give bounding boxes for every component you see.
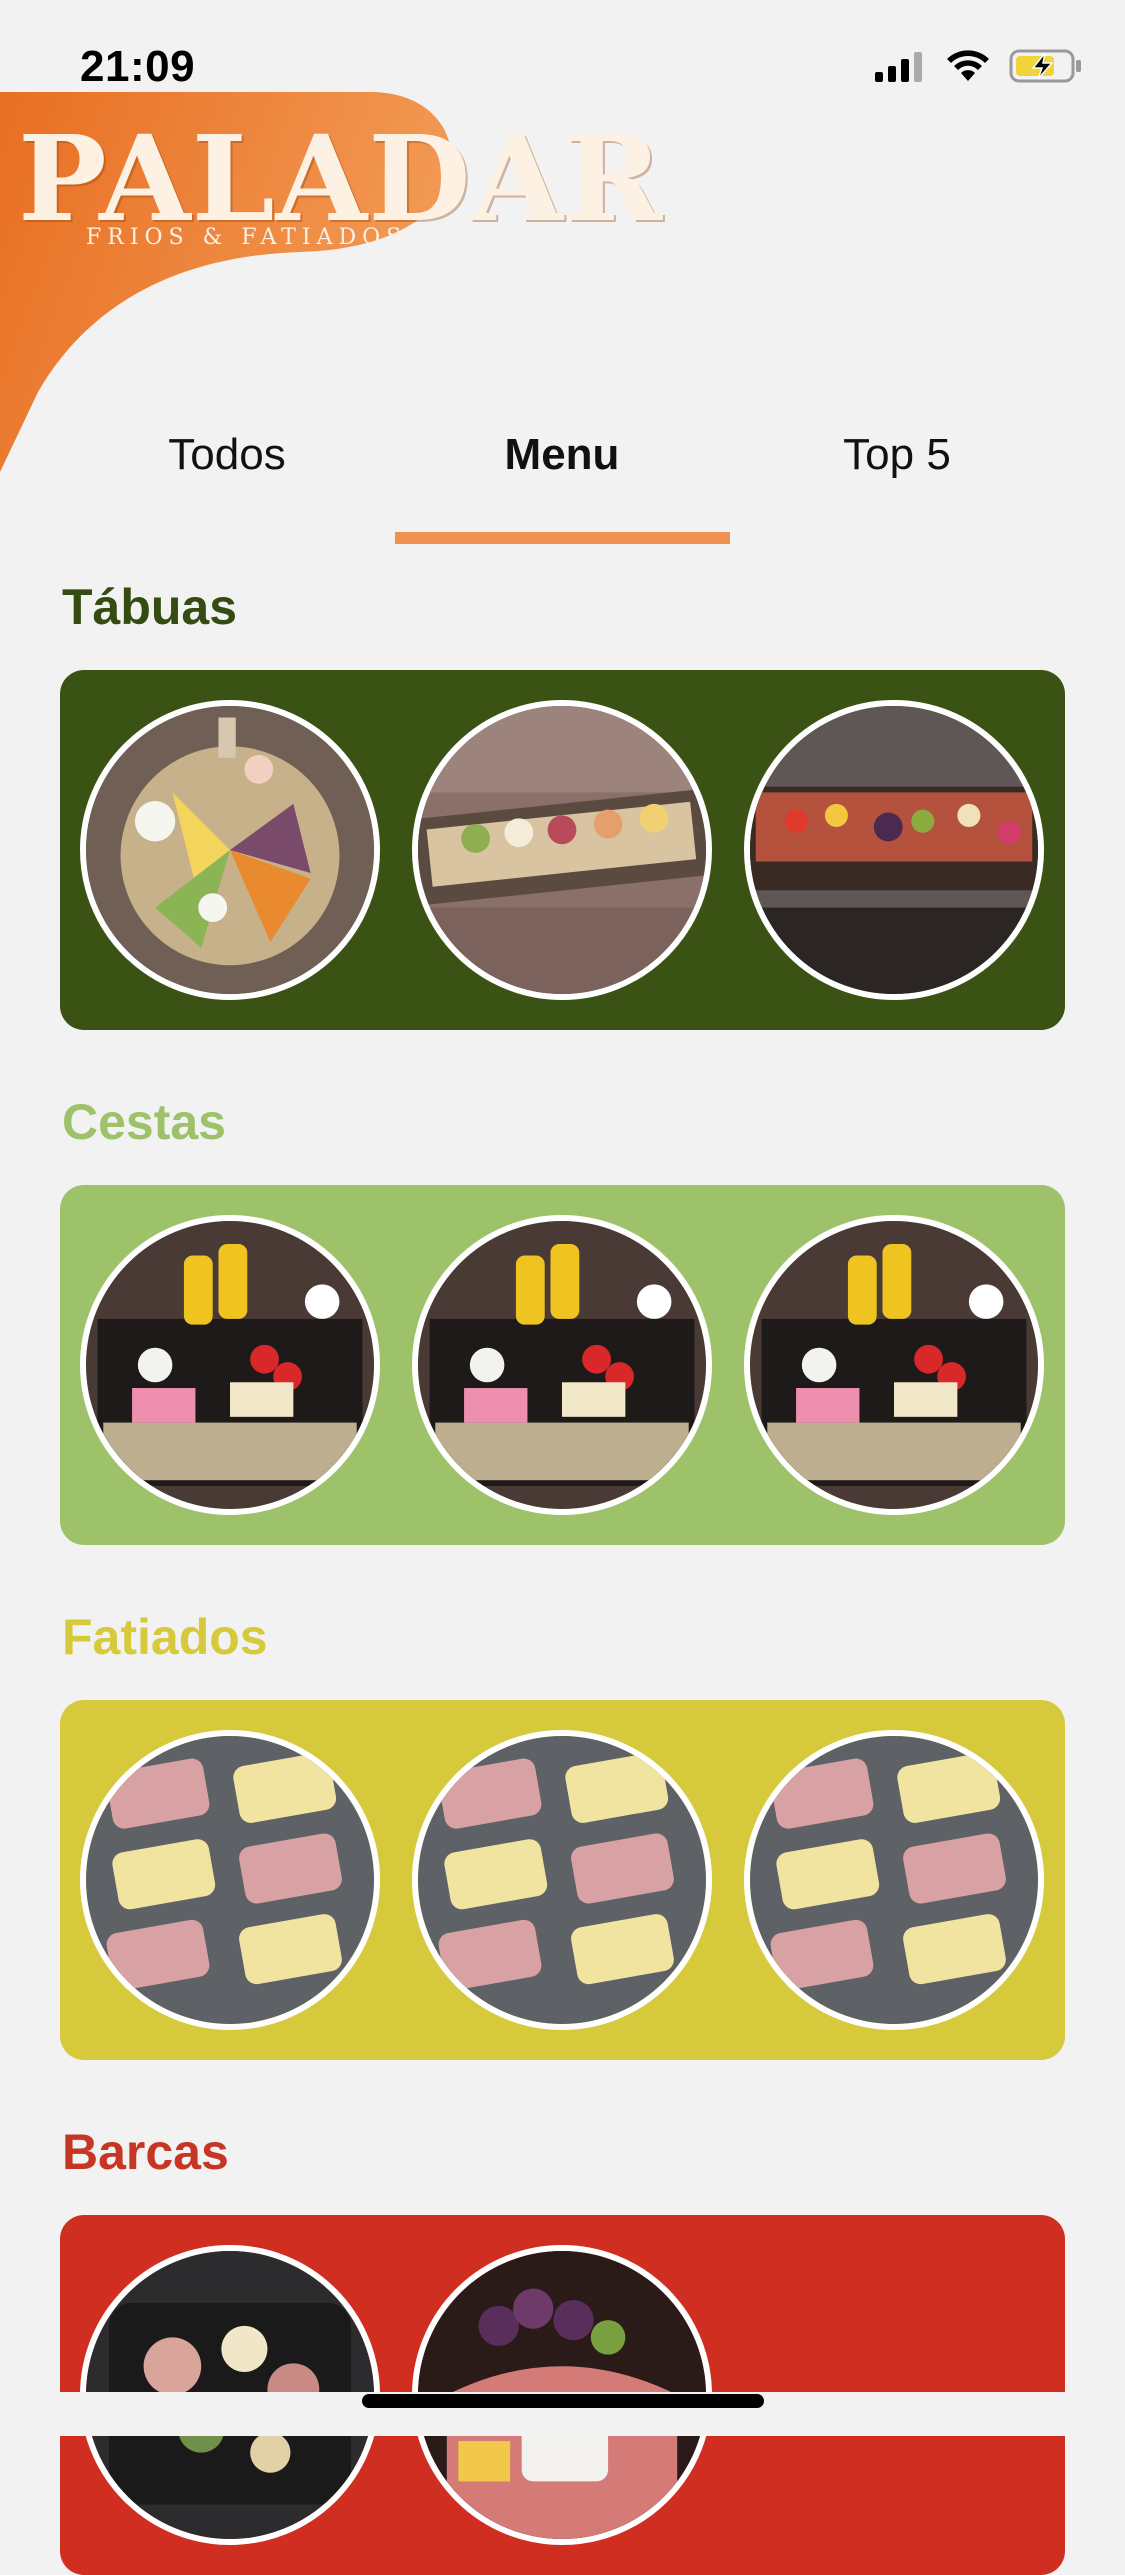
wifi-icon (947, 50, 989, 81)
section-card-cestas (60, 1185, 1065, 1545)
section-card-fatiados (60, 1700, 1065, 2060)
product-image-tabua-2[interactable] (412, 700, 712, 1000)
section-card-tabuas (60, 670, 1065, 1030)
brand-tagline: FRIOS & FATIADOS (86, 225, 408, 250)
battery-charging-icon (1009, 49, 1081, 83)
section-title-cestas: Cestas (62, 1094, 226, 1150)
status-bar: 21:09 (0, 0, 1125, 100)
brand-logo: PALADAR FRIOS & FATIADOS (0, 92, 662, 482)
product-image-fatiado-1[interactable] (80, 1730, 380, 2030)
product-image-cesta-2[interactable] (412, 1215, 712, 1515)
product-image-tabua-1[interactable] (80, 700, 380, 1000)
section-title-tabuas: Tábuas (62, 579, 238, 635)
status-time: 21:09 (80, 42, 196, 91)
cellular-signal-icon (875, 52, 922, 82)
section-title-fatiados: Fatiados (62, 1609, 268, 1665)
tab-top-5[interactable]: Top 5 (729, 430, 1065, 480)
tab-active-indicator (395, 532, 730, 544)
product-image-fatiado-2[interactable] (412, 1730, 712, 2030)
product-image-cesta-1[interactable] (80, 1215, 380, 1515)
home-indicator[interactable] (362, 2394, 764, 2408)
product-image-cesta-3[interactable] (744, 1215, 1044, 1515)
brand-name: PALADAR (18, 109, 664, 248)
product-image-tabua-3[interactable] (744, 700, 1044, 1000)
section-title-barcas: Barcas (62, 2124, 229, 2180)
product-image-fatiado-3[interactable] (744, 1730, 1044, 2030)
status-icons (875, 48, 1083, 84)
